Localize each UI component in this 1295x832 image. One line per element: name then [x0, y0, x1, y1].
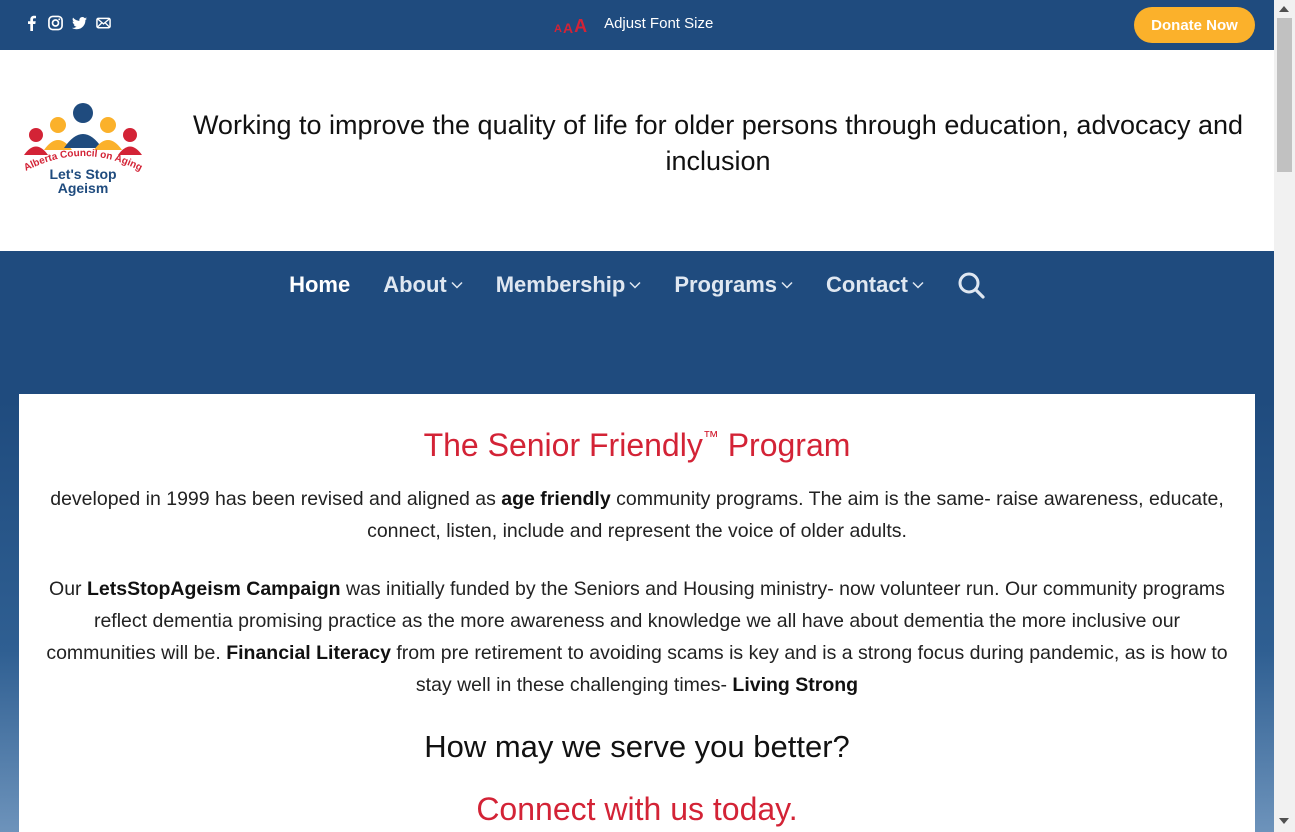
site-logo[interactable]: Alberta Council on Aging Let's Stop Agei…	[18, 100, 148, 200]
nav-item-about[interactable]: About	[383, 272, 463, 298]
nav-item-membership[interactable]: Membership	[496, 272, 642, 298]
nav-item-label: Home	[289, 272, 351, 297]
search-icon	[958, 272, 985, 299]
font-size-small-button[interactable]: A	[554, 24, 562, 35]
site-tagline: Working to improve the quality of life f…	[192, 110, 1244, 176]
font-size-label: Adjust Font Size	[604, 15, 714, 32]
vertical-scrollbar[interactable]	[1274, 0, 1295, 832]
bold-text-living-strong: Living Strong	[732, 674, 859, 696]
search-button[interactable]	[957, 271, 985, 299]
bold-text-campaign: LetsStopAgeism Campaign	[86, 578, 341, 600]
site-header: Alberta Council on Aging Let's Stop Agei…	[0, 50, 1274, 251]
bold-text-age-friendly: age friendly	[501, 488, 611, 510]
font-size-large-button[interactable]: A	[574, 17, 587, 35]
email-icon[interactable]	[96, 15, 111, 31]
trademark-mark: ™	[702, 429, 719, 446]
chevron-down-icon	[781, 281, 793, 289]
top-bar: A A A Adjust Font Size Donate Now	[0, 0, 1274, 50]
title-suffix: Program	[718, 427, 851, 463]
text-run: developed in 1999 has been revised and a…	[50, 488, 502, 510]
intro-paragraph: developed in 1999 has been revised and a…	[37, 483, 1237, 547]
chevron-down-icon	[451, 281, 463, 289]
nav-item-programs[interactable]: Programs	[674, 272, 793, 298]
twitter-icon[interactable]	[72, 15, 87, 31]
font-size-adjuster: A A A Adjust Font Size	[554, 13, 713, 35]
main-content-card: The Senior Friendly™ Program developed i…	[19, 394, 1255, 832]
donate-button[interactable]: Donate Now	[1134, 7, 1255, 43]
logo-line2: Ageism	[58, 180, 109, 196]
text-run: Our	[49, 578, 87, 600]
instagram-icon[interactable]	[48, 15, 63, 31]
nav-item-home[interactable]: Home	[289, 272, 350, 298]
nav-item-label: Contact	[826, 272, 908, 297]
nav-item-label: About	[383, 272, 447, 297]
serve-question-heading: How may we serve you better?	[424, 729, 850, 764]
main-nav: Home About Membership Programs Contact	[0, 271, 1274, 299]
connect-heading: Connect with us today.	[476, 791, 798, 827]
chevron-down-icon	[629, 281, 641, 289]
social-links	[24, 15, 111, 31]
font-size-medium-button[interactable]: A	[563, 21, 573, 35]
bold-text-financial-literacy: Financial Literacy	[226, 642, 391, 664]
scrollbar-thumb[interactable]	[1277, 18, 1292, 172]
facebook-icon[interactable]	[24, 15, 39, 31]
nav-item-label: Membership	[495, 272, 626, 297]
nav-item-label: Programs	[674, 272, 778, 297]
campaign-paragraph: Our LetsStopAgeism Campaign was initiall…	[37, 573, 1237, 701]
title-text: The Senior Friendly	[423, 427, 703, 463]
nav-item-contact[interactable]: Contact	[826, 272, 924, 298]
chevron-down-icon	[912, 281, 924, 289]
page-title: The Senior Friendly™ Program	[19, 416, 1255, 467]
scroll-down-arrow-icon[interactable]	[1279, 818, 1289, 824]
scroll-up-arrow-icon[interactable]	[1279, 6, 1289, 12]
